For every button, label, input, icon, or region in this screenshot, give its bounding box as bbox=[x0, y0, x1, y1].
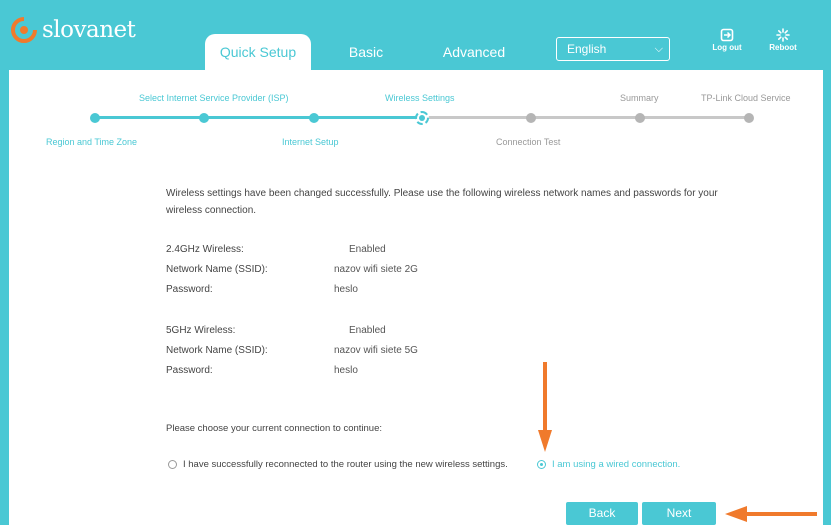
band5-password-label: Password: bbox=[166, 365, 213, 376]
step-dot-2 bbox=[199, 112, 209, 123]
band24-status: Enabled bbox=[349, 244, 386, 255]
step-dot-5 bbox=[526, 112, 536, 123]
reboot-icon bbox=[776, 28, 790, 42]
back-button[interactable]: Back bbox=[566, 502, 638, 525]
intro-line-2: wireless connection. bbox=[166, 205, 257, 216]
logout-button[interactable]: Log out bbox=[705, 28, 749, 52]
next-button[interactable]: Next bbox=[642, 502, 716, 525]
top-header: slovanet Quick Setup Basic Advanced Engl… bbox=[0, 0, 831, 70]
step-dot-1 bbox=[90, 112, 100, 123]
band5-password: heslo bbox=[334, 365, 358, 376]
frame-left-border bbox=[0, 70, 9, 525]
progress-track-pending bbox=[423, 116, 749, 119]
band24-ssid-label: Network Name (SSID): bbox=[166, 264, 268, 275]
annotation-arrow-left-icon bbox=[725, 506, 817, 522]
band5-ssid: nazov wifi siete 5G bbox=[334, 345, 418, 356]
radio-wired-label[interactable]: I am using a wired connection. bbox=[552, 459, 680, 470]
band24-ssid: nazov wifi siete 2G bbox=[334, 264, 418, 275]
band5-status: Enabled bbox=[349, 325, 386, 336]
reboot-label: Reboot bbox=[769, 43, 797, 52]
step-label-summary: Summary bbox=[620, 93, 659, 103]
chevron-down-icon: ⌵ bbox=[654, 43, 663, 55]
slovanet-logo-icon bbox=[11, 17, 37, 43]
step-dot-7 bbox=[744, 112, 754, 123]
band5-ssid-label: Network Name (SSID): bbox=[166, 345, 268, 356]
radio-wireless-label[interactable]: I have successfully reconnected to the r… bbox=[183, 459, 508, 470]
step-label-cloud: TP-Link Cloud Service bbox=[701, 93, 791, 103]
step-label-internet: Internet Setup bbox=[282, 137, 339, 147]
tab-basic[interactable]: Basic bbox=[336, 34, 396, 70]
band5-title: 5GHz Wireless: bbox=[166, 325, 236, 336]
tab-advanced[interactable]: Advanced bbox=[432, 34, 516, 70]
step-label-wireless: Wireless Settings bbox=[385, 93, 455, 103]
tab-quick-setup[interactable]: Quick Setup bbox=[205, 34, 311, 70]
frame-right-border bbox=[823, 70, 831, 525]
slovanet-logo: slovanet bbox=[10, 10, 136, 50]
brand-name: slovanet bbox=[42, 17, 136, 43]
band24-password-label: Password: bbox=[166, 284, 213, 295]
band24-password: heslo bbox=[334, 284, 358, 295]
radio-wireless[interactable] bbox=[168, 460, 177, 469]
logout-icon bbox=[720, 28, 734, 42]
step-dot-6 bbox=[635, 112, 645, 123]
logout-label: Log out bbox=[712, 43, 742, 52]
band24-title: 2.4GHz Wireless: bbox=[166, 244, 244, 255]
intro-line-1: Wireless settings have been changed succ… bbox=[166, 188, 718, 199]
language-select[interactable]: English ⌵ bbox=[556, 37, 670, 61]
language-value: English bbox=[567, 42, 607, 56]
step-label-isp: Select Internet Service Provider (ISP) bbox=[139, 93, 289, 103]
progress-track-done bbox=[95, 116, 423, 119]
step-dot-current bbox=[415, 110, 429, 125]
step-dot-3 bbox=[309, 112, 319, 123]
connection-prompt: Please choose your current connection to… bbox=[166, 423, 382, 434]
annotation-arrow-down-icon bbox=[538, 362, 552, 452]
reboot-button[interactable]: Reboot bbox=[761, 28, 805, 52]
step-label-connection-test: Connection Test bbox=[496, 137, 561, 147]
radio-wired[interactable] bbox=[537, 460, 546, 469]
step-label-region: Region and Time Zone bbox=[46, 137, 138, 147]
